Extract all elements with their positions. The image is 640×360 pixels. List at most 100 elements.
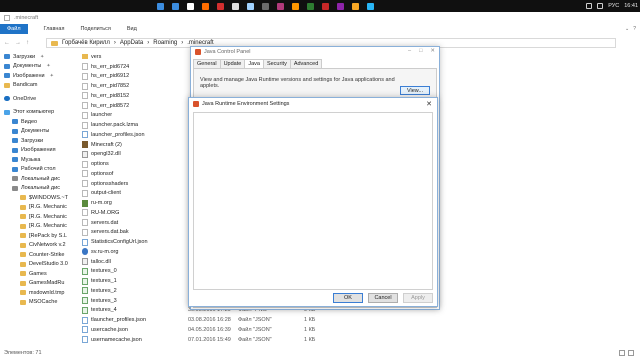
json-file-icon — [82, 326, 88, 334]
sidebar-item[interactable]: Загрузки ✦ — [0, 52, 80, 62]
sidebar-item[interactable]: Bandicam — [0, 81, 80, 91]
folder-icon — [20, 271, 26, 277]
sidebar-item[interactable]: Документы ✦ — [0, 62, 80, 72]
doc-file-icon — [82, 170, 88, 178]
sidebar-item[interactable]: DevelStudio 3.0 — [0, 260, 80, 270]
tab-view[interactable]: Вид — [119, 24, 145, 34]
up-icon[interactable]: ↑ — [26, 40, 29, 46]
jre-list-area[interactable] — [193, 112, 433, 290]
file-name: hs_err_pid8572 — [91, 102, 130, 109]
details-view-icon[interactable] — [619, 350, 625, 356]
sidebar-item[interactable]: GamesMadRu — [0, 279, 80, 289]
sidebar-item[interactable]: Рабочий стол — [0, 165, 80, 175]
breadcrumb-0[interactable]: Горбачёв Кирилл — [62, 40, 110, 46]
tab-advanced[interactable]: Advanced — [289, 59, 323, 68]
ok-button[interactable]: OK — [333, 293, 363, 303]
tab-file[interactable]: Файл — [0, 24, 28, 34]
tab-security[interactable]: Security — [262, 59, 291, 68]
taskbar-app-icon[interactable] — [289, 1, 301, 11]
taskbar-app-icon[interactable] — [214, 1, 226, 11]
maximize-icon[interactable]: □ — [419, 48, 422, 54]
app-icon — [351, 2, 359, 10]
sidebar-item[interactable]: Изображения — [0, 146, 80, 156]
close-icon[interactable]: ✕ — [426, 100, 432, 108]
documents-icon — [4, 63, 10, 69]
sidebar-item[interactable]: Загрузки — [0, 136, 80, 146]
sidebar-item[interactable]: Локальный дис — [0, 174, 80, 184]
file-name-cell: launcher — [82, 111, 188, 119]
taskbar-app-icon[interactable] — [334, 1, 346, 11]
taskbar-app-icon[interactable] — [154, 1, 166, 11]
taskbar-app-icon[interactable] — [169, 1, 181, 11]
sidebar-item[interactable]: Этот компьютер — [0, 108, 80, 118]
tab-update[interactable]: Update — [219, 59, 246, 68]
app-icon — [216, 2, 224, 10]
file-name-cell: textures_2 — [82, 287, 188, 295]
taskbar-app-icon[interactable] — [259, 1, 271, 11]
sidebar-item[interactable]: OneDrive — [0, 94, 80, 104]
sidebar-item[interactable]: [RePack by S.L — [0, 231, 80, 241]
tab-general[interactable]: General — [193, 59, 221, 68]
chevron-down-icon[interactable]: ⌄ — [625, 26, 629, 32]
taskbar-app-icon[interactable] — [229, 1, 241, 11]
close-icon[interactable]: ✕ — [430, 48, 435, 54]
large-icons-view-icon[interactable] — [628, 350, 634, 356]
file-name: Minecraft (2) — [91, 141, 122, 148]
taskbar-app-icon[interactable] — [274, 1, 286, 11]
apply-button[interactable]: Apply — [403, 293, 433, 303]
sidebar-item[interactable]: Музыка — [0, 155, 80, 165]
taskbar-app-icon[interactable] — [349, 1, 361, 11]
taskbar-app-icon[interactable] — [319, 1, 331, 11]
folder-icon — [20, 233, 26, 239]
sidebar-item[interactable]: [R.G. Mechanic — [0, 222, 80, 232]
file-row[interactable]: usernamecache.json 07.01.2016 15:49 Файл "… — [82, 335, 442, 345]
app-icon — [276, 2, 284, 10]
file-name-cell: servers.dat.bak — [82, 228, 188, 236]
sidebar-item[interactable]: MSOCache — [0, 298, 80, 308]
taskbar-app-icon[interactable] — [199, 1, 211, 11]
clock[interactable]: 16:41 — [624, 3, 638, 9]
cancel-button[interactable]: Cancel — [368, 293, 398, 303]
doc-file-icon — [82, 63, 88, 71]
forward-icon[interactable]: → — [15, 40, 21, 46]
sidebar-item[interactable]: Локальный дис — [0, 184, 80, 194]
sidebar-item[interactable]: Counter-Strike — [0, 250, 80, 260]
breadcrumb-2[interactable]: Roaming — [153, 40, 177, 46]
volume-icon[interactable] — [597, 3, 604, 9]
back-icon[interactable]: ← — [4, 40, 10, 46]
png-file-icon — [82, 297, 88, 305]
help-icon[interactable]: ? — [633, 26, 636, 32]
view-button[interactable]: View... — [400, 86, 430, 95]
sidebar-item-label: CivNetwork v.2 — [29, 242, 66, 249]
file-row[interactable]: tlauncher_profiles.json 03.08.2016 16:28 Ф… — [82, 315, 442, 325]
breadcrumb-1[interactable]: AppData — [120, 40, 143, 46]
network-icon[interactable] — [586, 3, 593, 9]
sidebar-item[interactable]: Games — [0, 269, 80, 279]
taskbar-search-area[interactable] — [0, 0, 150, 12]
sidebar-item[interactable]: [R.G. Mechanic — [0, 212, 80, 222]
tab-home[interactable]: Главная — [36, 24, 73, 34]
doc-file-icon — [82, 82, 88, 90]
sidebar-item[interactable]: msdownld.tmp — [0, 288, 80, 298]
sidebar-item[interactable]: $WINDOWS.~T — [0, 193, 80, 203]
sidebar-item[interactable]: Документы — [0, 127, 80, 137]
pictures-icon — [4, 73, 10, 79]
sidebar-item[interactable]: Изображени ✦ — [0, 71, 80, 81]
file-row[interactable]: usercache.json 04.05.2016 16:39 Файл "JSON… — [82, 325, 442, 335]
file-name-cell: talloc.dll — [82, 258, 188, 266]
minimize-icon[interactable]: – — [408, 48, 411, 54]
sidebar-item[interactable]: Видео — [0, 117, 80, 127]
file-name-cell: RU-M.ORG — [82, 209, 188, 217]
taskbar-app-icon[interactable] — [184, 1, 196, 11]
app-icon — [261, 2, 269, 10]
taskbar-app-icon[interactable] — [244, 1, 256, 11]
app-icon — [246, 2, 254, 10]
sidebar-item[interactable]: CivNetwork v.2 — [0, 241, 80, 251]
language-indicator[interactable]: РУС — [608, 3, 619, 9]
taskbar-app-icon[interactable] — [364, 1, 376, 11]
tab-share[interactable]: Поделиться — [72, 24, 118, 34]
taskbar-app-icon[interactable] — [304, 1, 316, 11]
file-name: options — [91, 161, 109, 168]
sidebar-item[interactable]: [R.G. Mechanic — [0, 203, 80, 213]
file-type: Файл "JSON" — [238, 317, 272, 324]
